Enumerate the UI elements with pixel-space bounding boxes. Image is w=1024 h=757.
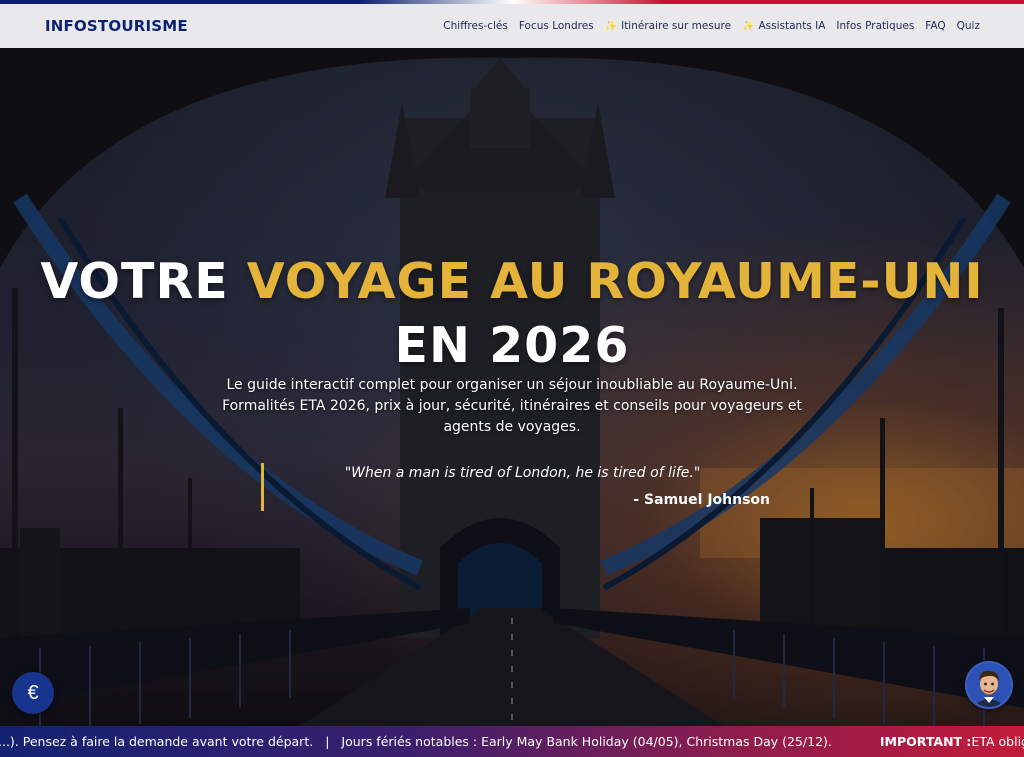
nav-item-infos-pratiques[interactable]: Infos Pratiques	[836, 20, 914, 32]
hero-title: VOTRE VOYAGE AU ROYAUME-UNI EN 2026	[0, 250, 1024, 378]
ticker-track: ...). Pensez à faire la demande avant vo…	[0, 734, 1024, 749]
nav-item-focus-londres[interactable]: Focus Londres	[519, 20, 594, 32]
nav-item-label: Infos Pratiques	[836, 20, 915, 32]
nav-item-label: Itinéraire sur mesure	[621, 20, 732, 32]
ticker-important-label: IMPORTANT :	[879, 734, 972, 749]
ticker-item: ETA obligatoire (20	[971, 734, 1024, 749]
hero-section: VOTRE VOYAGE AU ROYAUME-UNI EN 2026 Le g…	[0, 48, 1024, 726]
news-ticker: ...). Pensez à faire la demande avant vo…	[0, 726, 1024, 757]
nav-item-label: Chiffres-clés	[443, 20, 508, 32]
avatar-icon	[967, 663, 1011, 707]
hero-title-part1: VOTRE	[40, 253, 247, 310]
hero-quote: "When a man is tired of London, he is ti…	[344, 465, 701, 481]
ticker-separator: |	[325, 734, 330, 749]
nav-item-chiffres-cles[interactable]: Chiffres-clés	[443, 20, 508, 32]
nav-item-label: FAQ	[925, 20, 946, 32]
nav-item-assistants-ia[interactable]: ✨ Assistants IA	[742, 20, 825, 32]
flag-stripe	[0, 0, 1024, 4]
quote-author: - Samuel Johnson	[633, 492, 770, 508]
currency-converter-button[interactable]: €	[12, 672, 54, 714]
top-navbar: INFOSTOURISME Chiffres-clés Focus Londre…	[0, 4, 1024, 48]
nav-item-quiz[interactable]: Quiz	[957, 20, 980, 32]
hero-title-highlight: VOYAGE AU ROYAUME-UNI	[246, 253, 984, 310]
ticker-item: Jours fériés notables : Early May Bank H…	[341, 734, 832, 749]
main-nav: Chiffres-clés Focus Londres ✨ Itinéraire …	[432, 20, 980, 32]
euro-icon: €	[27, 681, 39, 704]
sparkle-icon: ✨	[742, 20, 755, 32]
quote-accent-bar	[261, 463, 264, 511]
nav-item-faq[interactable]: FAQ	[925, 20, 945, 32]
ticker-item: ...). Pensez à faire la demande avant vo…	[0, 734, 314, 749]
hero-title-part3: EN 2026	[394, 317, 630, 374]
ai-assistant-avatar-button[interactable]	[965, 661, 1013, 709]
nav-item-itineraire[interactable]: ✨ Itinéraire sur mesure	[605, 20, 731, 32]
hero-subtitle: Le guide interactif complet pour organis…	[222, 377, 802, 435]
nav-item-label: Focus Londres	[518, 20, 594, 32]
nav-item-label: Quiz	[956, 20, 980, 32]
nav-item-label: Assistants IA	[758, 20, 826, 32]
sparkle-icon: ✨	[604, 20, 618, 32]
site-logo[interactable]: INFOSTOURISME	[45, 17, 188, 35]
